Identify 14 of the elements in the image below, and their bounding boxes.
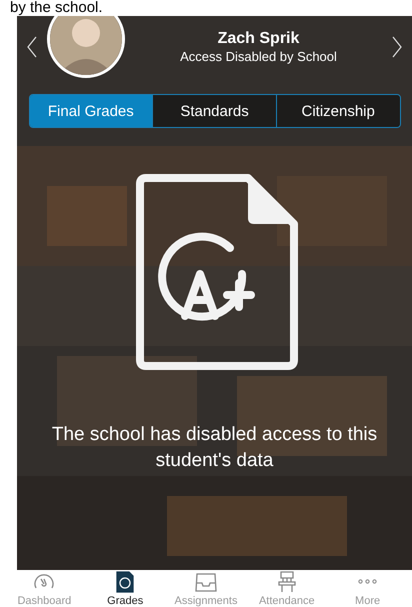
segment-tab[interactable]: Standards xyxy=(152,95,276,127)
segment-tab[interactable]: Citizenship xyxy=(276,95,400,127)
segment-tab[interactable]: Final Grades xyxy=(30,95,152,127)
next-icon[interactable] xyxy=(392,36,402,58)
access-status: Access Disabled by School xyxy=(180,48,337,64)
student-name: Zach Sprik xyxy=(218,30,300,48)
nav-tab[interactable]: More xyxy=(328,570,407,607)
access-message: The school has disabled access to this student's data xyxy=(50,423,378,473)
caption-text: by the school. xyxy=(9,0,104,16)
nav-tab[interactable]: Grades xyxy=(86,570,164,607)
nav-tab[interactable]: Assignments xyxy=(166,570,245,607)
nav-tab[interactable]: Dashboard xyxy=(5,570,84,607)
nav-tab[interactable]: Attendance xyxy=(248,570,326,607)
previous-icon[interactable] xyxy=(27,36,37,58)
